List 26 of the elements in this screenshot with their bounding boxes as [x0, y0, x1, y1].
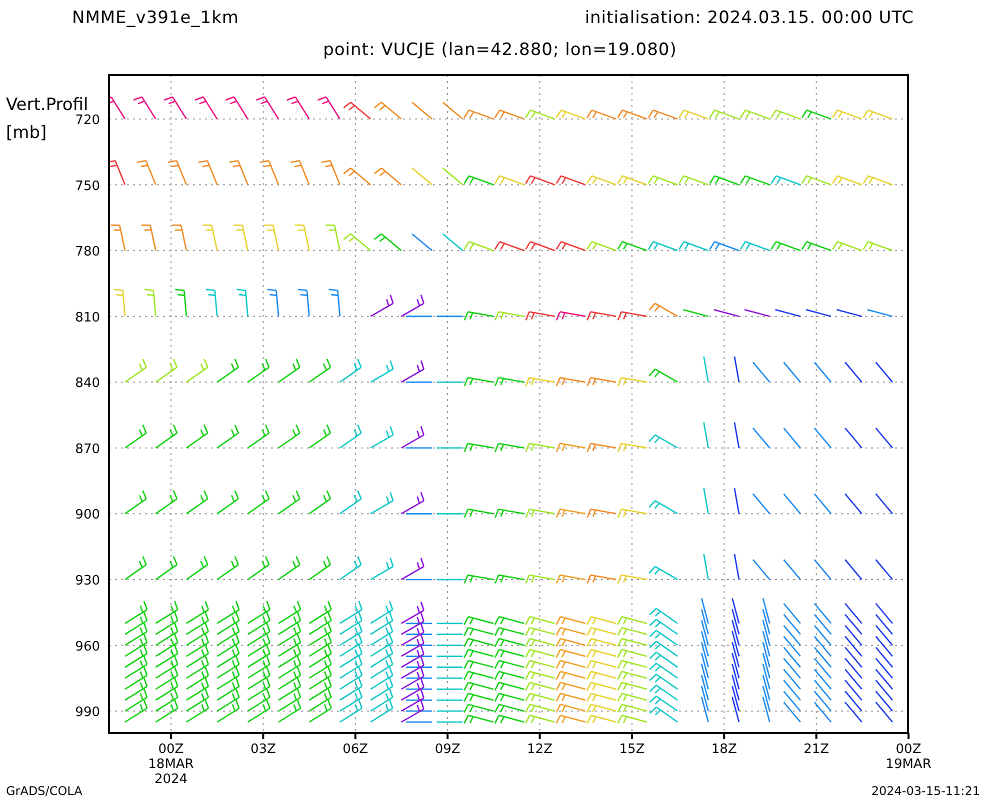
y-tick-label: 780 [75, 244, 100, 260]
initialisation-time: initialisation: 2024.03.15. 00:00 UTC [584, 8, 914, 30]
generation-timestamp: 2024-03-15-11:21 [871, 784, 980, 798]
y-tick-label: 960 [75, 639, 100, 654]
y-tick-label: 720 [75, 113, 100, 128]
y-axis-label: [mb] [6, 123, 47, 143]
y-tick-label: 810 [75, 310, 100, 326]
software-credit: GrADS/COLA [6, 784, 82, 798]
y-axis-label: Vert.Profil [6, 95, 88, 115]
x-tick-label: 12Z [527, 742, 552, 757]
y-tick-label: 750 [75, 178, 100, 194]
x-tick-label: 09Z [434, 742, 460, 757]
y-tick-label: 930 [75, 574, 100, 589]
y-tick-label: 900 [75, 508, 100, 523]
x-tick-label: 00Z 18MAR 2024 [148, 742, 194, 787]
y-tick-label: 870 [75, 442, 100, 457]
y-tick-label: 990 [75, 705, 100, 720]
x-tick-label: 06Z [342, 742, 368, 757]
model-name: NMME_v391e_1km [72, 8, 239, 30]
x-tick-label: 18Z [711, 742, 737, 757]
x-tick-label: 21Z [804, 742, 830, 757]
x-tick-label: 15Z [619, 742, 645, 757]
x-tick-label: 00Z 19MAR [886, 742, 932, 772]
x-tick-label: 03Z [250, 742, 276, 757]
point-location-title: point: VUCJE (lan=42.880; lon=19.080) [323, 40, 677, 62]
y-tick-label: 840 [75, 376, 100, 392]
